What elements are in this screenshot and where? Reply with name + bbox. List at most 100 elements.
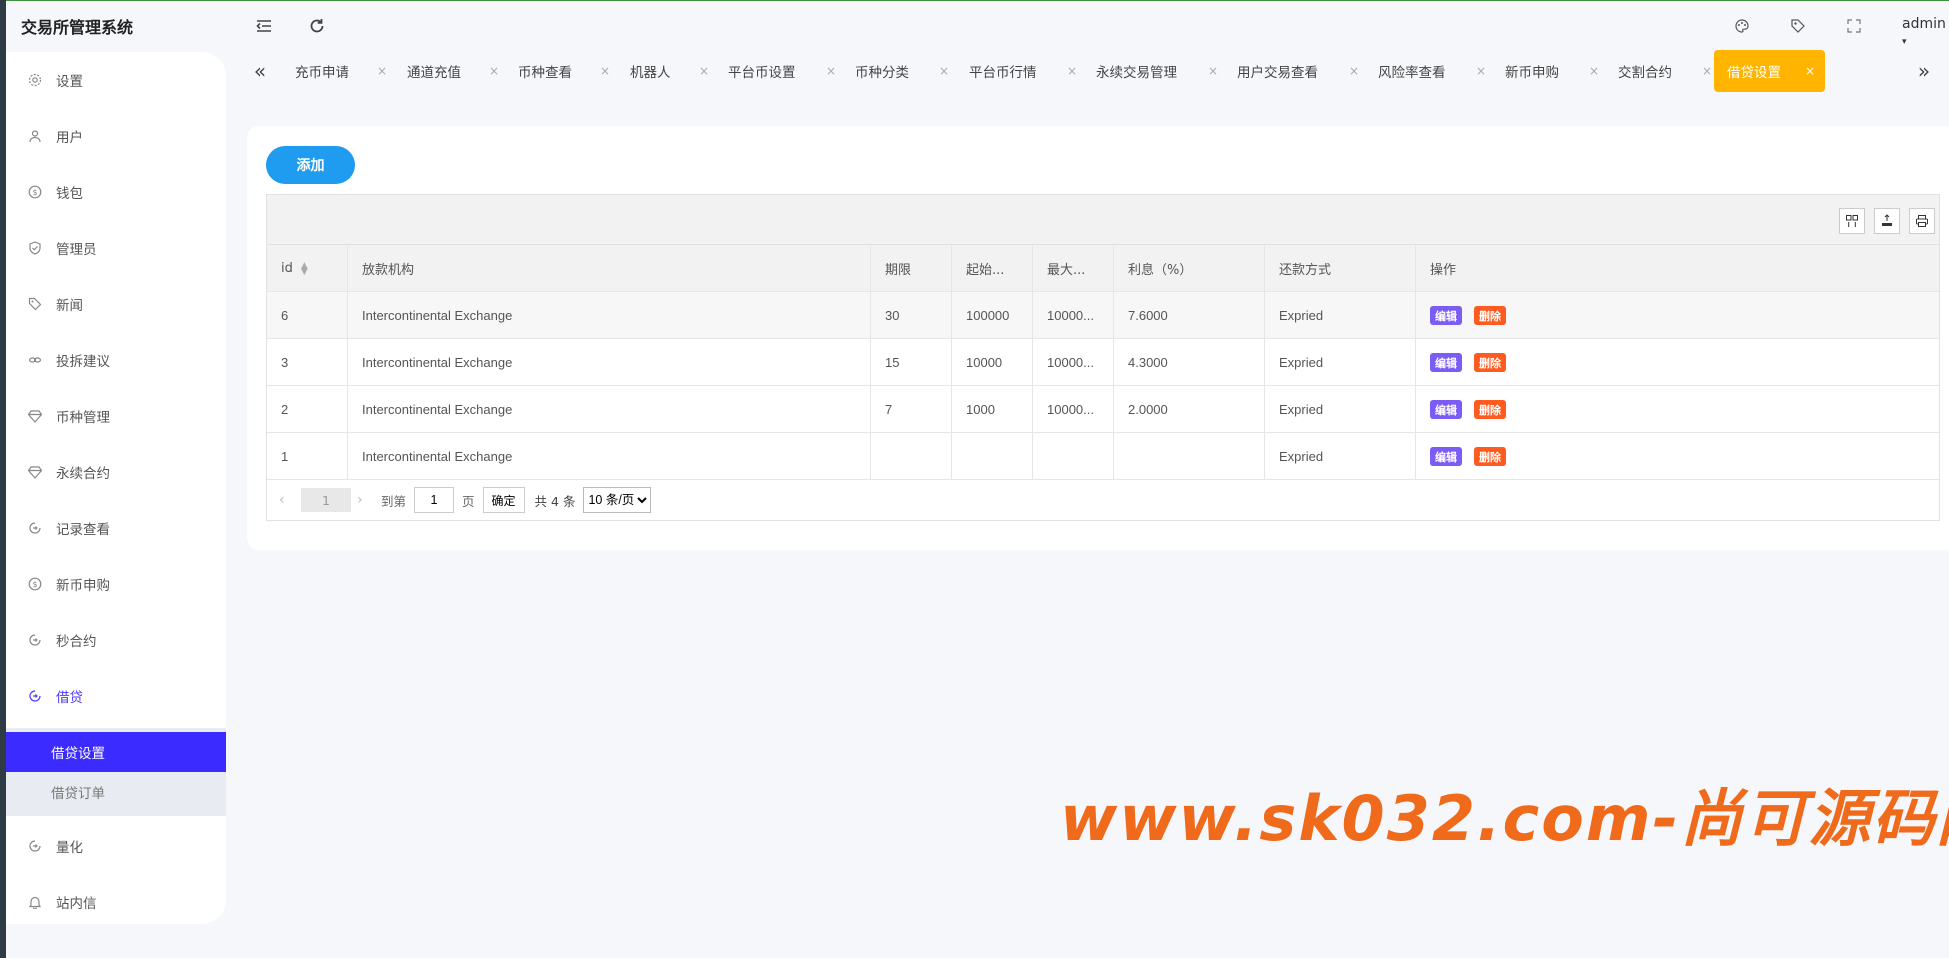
svg-text:$: $ [32, 188, 37, 197]
edit-button[interactable]: 编辑 [1430, 353, 1462, 372]
sidebar-item-admins[interactable]: 管理员 [6, 220, 226, 276]
column-header-id[interactable]: id ▲ ▼ [267, 245, 348, 292]
tab-platform-coin-settings[interactable]: 平台币设置 × [715, 50, 841, 92]
sidebar-item-quant[interactable]: 量化 [6, 818, 226, 874]
sidebar-item-label: 记录查看 [56, 522, 110, 538]
add-button[interactable]: 添加 [266, 146, 355, 184]
sidebar-item-suggestions[interactable]: 投拆建议 [6, 332, 226, 388]
app-title: 交易所管理系统 [21, 18, 134, 37]
tab-label: 平台币设置 [728, 65, 796, 81]
tab-deposit-requests[interactable]: 充币申请 × [282, 50, 392, 92]
tab-lending-settings[interactable]: 借贷设置 × [1714, 50, 1825, 92]
close-icon[interactable]: × [377, 64, 387, 78]
delete-button[interactable]: 删除 [1474, 447, 1506, 466]
sidebar-subitem-lending-settings[interactable]: 借贷设置 [6, 732, 226, 772]
sidebar-item-wallet[interactable]: $ 钱包 [6, 164, 226, 220]
tab-platform-coin-market[interactable]: 平台币行情 × [956, 50, 1082, 92]
tab-coin-categories[interactable]: 币种分类 × [842, 50, 954, 92]
tab-channel-recharge[interactable]: 通道充值 × [394, 50, 504, 92]
tabs-scroll-left-icon[interactable]: « [240, 50, 280, 92]
cell-repay: Expried [1265, 292, 1416, 339]
sidebar-item-messages[interactable]: 站内信 [6, 874, 226, 930]
sidebar-item-news[interactable]: 新闻 [6, 276, 226, 332]
close-icon[interactable]: × [1702, 64, 1712, 78]
cell-min: 10000 [952, 339, 1033, 386]
lending-submenu: 借贷设置 借贷订单 [6, 728, 226, 816]
sidebar-item-users[interactable]: 用户 [6, 108, 226, 164]
close-icon[interactable]: × [699, 64, 709, 78]
sidebar-item-records[interactable]: 记录查看 [6, 500, 226, 556]
sidebar-subitem-lending-orders[interactable]: 借贷订单 [6, 772, 226, 812]
tab-label: 充币申请 [295, 65, 349, 81]
print-icon[interactable] [1909, 208, 1935, 234]
sort-icon[interactable]: ▲ ▼ [301, 261, 308, 276]
tab-robot[interactable]: 机器人 × [617, 50, 714, 92]
goto-page-input[interactable] [414, 487, 455, 513]
close-icon[interactable]: × [600, 64, 610, 78]
sidebar-item-lending[interactable]: 借贷 [6, 668, 226, 724]
cell-term: 30 [871, 292, 952, 339]
close-icon[interactable]: × [1589, 64, 1599, 78]
close-icon[interactable]: × [1349, 64, 1359, 78]
current-page[interactable]: 1 [301, 488, 351, 512]
edit-button[interactable]: 编辑 [1430, 447, 1462, 466]
delete-button[interactable]: 删除 [1474, 400, 1506, 419]
close-icon[interactable]: × [489, 64, 499, 78]
page-size-select[interactable]: 10 条/页 [583, 487, 652, 513]
refresh-icon[interactable] [306, 15, 328, 37]
shield-check-icon [26, 239, 44, 257]
diamond-icon [26, 407, 44, 425]
fullscreen-icon[interactable] [1843, 15, 1865, 37]
cell-repay: Expried [1265, 339, 1416, 386]
circle-arrow-icon [26, 837, 44, 855]
tag-icon[interactable] [1787, 15, 1809, 37]
tab-coin-view[interactable]: 币种查看 × [505, 50, 615, 92]
edit-button[interactable]: 编辑 [1430, 306, 1462, 325]
tab-user-trade-view[interactable]: 用户交易查看 × [1224, 50, 1364, 92]
pagination: ‹ 1 › 到第 页 确定 共 4 条 10 条/页 [267, 480, 1939, 520]
goto-confirm-button[interactable]: 确定 [482, 487, 525, 513]
cell-rate: 4.3000 [1114, 339, 1265, 386]
sidebar-item-label: 新币申购 [56, 578, 110, 594]
tabs-scroll-right-icon[interactable]: » [1904, 50, 1944, 92]
sidebar-item-perpetual[interactable]: 永续合约 [6, 444, 226, 500]
top-header: 交易所管理系统 admin ▾ [6, 0, 1949, 50]
close-icon[interactable]: × [1208, 64, 1218, 78]
cell-actions: 编辑 删除 [1416, 386, 1941, 433]
user-menu[interactable]: admin ▾ [1902, 16, 1949, 48]
export-icon[interactable] [1874, 208, 1900, 234]
cell-repay: Expried [1265, 433, 1416, 480]
total-count: 共 4 条 [534, 493, 576, 509]
sidebar-item-coin-management[interactable]: 币种管理 [6, 388, 226, 444]
close-icon[interactable]: × [1805, 64, 1815, 78]
cell-min [952, 433, 1033, 480]
cell-rate: 2.0000 [1114, 386, 1265, 433]
sidebar-item-settings[interactable]: 设置 [6, 52, 226, 108]
delete-button[interactable]: 删除 [1474, 306, 1506, 325]
tab-label: 新币申购 [1505, 65, 1559, 81]
next-page-icon[interactable]: › [357, 492, 377, 508]
close-icon[interactable]: × [1476, 64, 1486, 78]
column-header-max: 最大... [1033, 245, 1114, 292]
delete-button[interactable]: 删除 [1474, 353, 1506, 372]
sidebar-item-label: 永续合约 [56, 466, 110, 482]
prev-page-icon[interactable]: ‹ [279, 492, 299, 508]
tab-perpetual-trade-management[interactable]: 永续交易管理 × [1083, 50, 1223, 92]
cell-term: 15 [871, 339, 952, 386]
sidebar-item-second-contract[interactable]: 秒合约 [6, 612, 226, 668]
tab-new-coin-subscription[interactable]: 新币申购 × [1492, 50, 1604, 92]
page-suffix: 页 [462, 493, 475, 509]
tab-label: 用户交易查看 [1237, 65, 1318, 81]
tab-risk-rate-view[interactable]: 风险率查看 × [1365, 50, 1491, 92]
palette-icon[interactable] [1731, 15, 1753, 37]
collapse-menu-icon[interactable] [253, 15, 275, 37]
close-icon[interactable]: × [826, 64, 836, 78]
sidebar-item-label: 量化 [56, 840, 83, 856]
close-icon[interactable]: × [1067, 64, 1077, 78]
columns-filter-icon[interactable] [1839, 208, 1865, 234]
edit-button[interactable]: 编辑 [1430, 400, 1462, 419]
close-icon[interactable]: × [939, 64, 949, 78]
sidebar-item-label: 钱包 [56, 186, 83, 202]
tab-delivery-contract[interactable]: 交割合约 × [1605, 50, 1717, 92]
sidebar-item-new-coin[interactable]: $ 新币申购 [6, 556, 226, 612]
